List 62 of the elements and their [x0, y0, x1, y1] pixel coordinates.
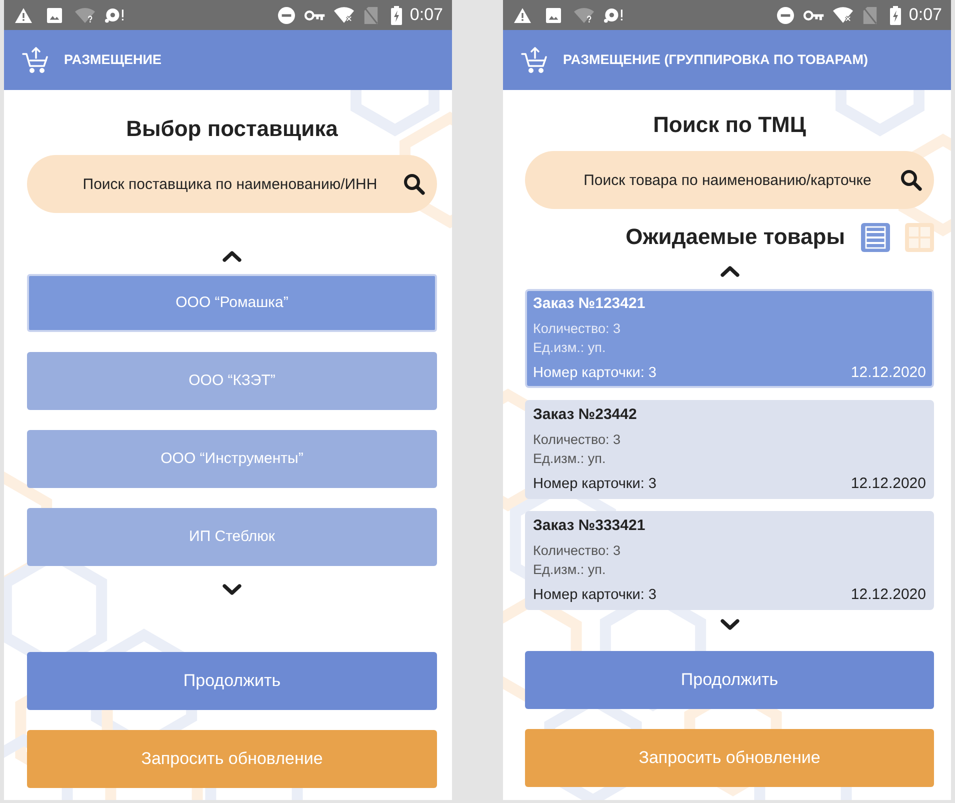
- unit-text: Ед.изм.: уп.: [533, 561, 606, 579]
- do-not-disturb-icon: [278, 6, 295, 24]
- wifi-question-icon: [75, 8, 95, 22]
- order-card[interactable]: Заказ №333421 Количество: 3 Ед.изм.: уп. Номер карточки: 3 12.12.2020: [525, 511, 934, 610]
- search-field[interactable]: Поиск товара по наименованию/карточке: [525, 151, 934, 209]
- quantity-text: Количество: 3: [533, 320, 621, 338]
- app-bar-title: РАЗМЕЩЕНИЕ: [64, 50, 162, 69]
- do-not-disturb-icon: [776, 6, 794, 24]
- search-field[interactable]: Поиск поставщика по наименованию/ИНН: [27, 155, 437, 213]
- list-view-icon[interactable]: [861, 222, 890, 252]
- order-card[interactable]: Заказ №23442 Количество: 3 Ед.изм.: уп. Номер карточки: 3 12.12.2020: [525, 400, 934, 499]
- chevron-down-icon[interactable]: [222, 584, 242, 596]
- battery-charging-icon: [390, 6, 402, 24]
- cart-upload-icon: [22, 46, 50, 74]
- warning-icon: [514, 8, 531, 22]
- order-title: Заказ №23442: [533, 405, 637, 425]
- section-title: Ожидаемые товары: [626, 224, 845, 250]
- order-card[interactable]: Заказ №123421 Количество: 3 Ед.изм.: уп. Номер карточки: 3 12.12.2020: [525, 289, 934, 388]
- screen-title: Поиск по ТМЦ: [653, 112, 806, 138]
- update-request-button[interactable]: Запросить обновление: [27, 730, 437, 788]
- search-icon[interactable]: [900, 169, 922, 191]
- battery-charging-icon: [890, 6, 901, 24]
- chevron-up-icon[interactable]: [720, 265, 740, 277]
- key-icon: [802, 10, 824, 20]
- no-sim-icon: [364, 6, 378, 24]
- image-icon: [546, 8, 561, 22]
- card-number-text: Номер карточки: 3: [533, 586, 656, 605]
- key-icon: [304, 10, 325, 20]
- wifi-question-icon: [574, 8, 594, 22]
- cart-upload-icon: [521, 46, 549, 74]
- wifi-off-icon: [334, 7, 354, 23]
- card-number-text: Номер карточки: 3: [533, 364, 656, 383]
- warning-icon: [15, 8, 32, 22]
- date-text: 12.12.2020: [850, 363, 926, 383]
- date-text: 12.12.2020: [850, 474, 926, 494]
- app-bar-title: РАЗМЕЩЕНИЕ (ГРУППИРОВКА ПО ТОВАРАМ): [563, 50, 868, 69]
- disc-alert-icon: [105, 7, 125, 23]
- supplier-item[interactable]: ИП Стеблюк: [27, 508, 437, 566]
- image-icon: [47, 8, 62, 22]
- update-request-button[interactable]: Запросить обновление: [525, 729, 934, 787]
- order-title: Заказ №123421: [533, 294, 646, 314]
- disc-alert-icon: [604, 7, 624, 23]
- unit-text: Ед.изм.: уп.: [533, 339, 606, 357]
- status-time: 0:07: [908, 5, 942, 25]
- supplier-item[interactable]: ООО “Инструменты”: [27, 430, 437, 488]
- continue-button[interactable]: Продолжить: [525, 651, 934, 709]
- quantity-text: Количество: 3: [533, 542, 621, 560]
- unit-text: Ед.изм.: уп.: [533, 450, 606, 468]
- wifi-off-icon: [832, 7, 853, 23]
- chevron-down-icon[interactable]: [720, 619, 740, 631]
- quantity-text: Количество: 3: [533, 431, 621, 449]
- date-text: 12.12.2020: [850, 585, 926, 605]
- supplier-item[interactable]: ООО “КЗЭТ”: [27, 352, 437, 410]
- chevron-up-icon[interactable]: [222, 250, 242, 262]
- card-number-text: Номер карточки: 3: [533, 475, 656, 494]
- supplier-item[interactable]: ООО “Ромашка”: [27, 274, 437, 332]
- screen-title: Выбор поставщика: [126, 116, 338, 142]
- no-sim-icon: [862, 6, 877, 24]
- continue-button[interactable]: Продолжить: [27, 652, 437, 710]
- status-time: 0:07: [410, 5, 443, 25]
- search-icon[interactable]: [403, 173, 425, 195]
- order-title: Заказ №333421: [533, 516, 646, 536]
